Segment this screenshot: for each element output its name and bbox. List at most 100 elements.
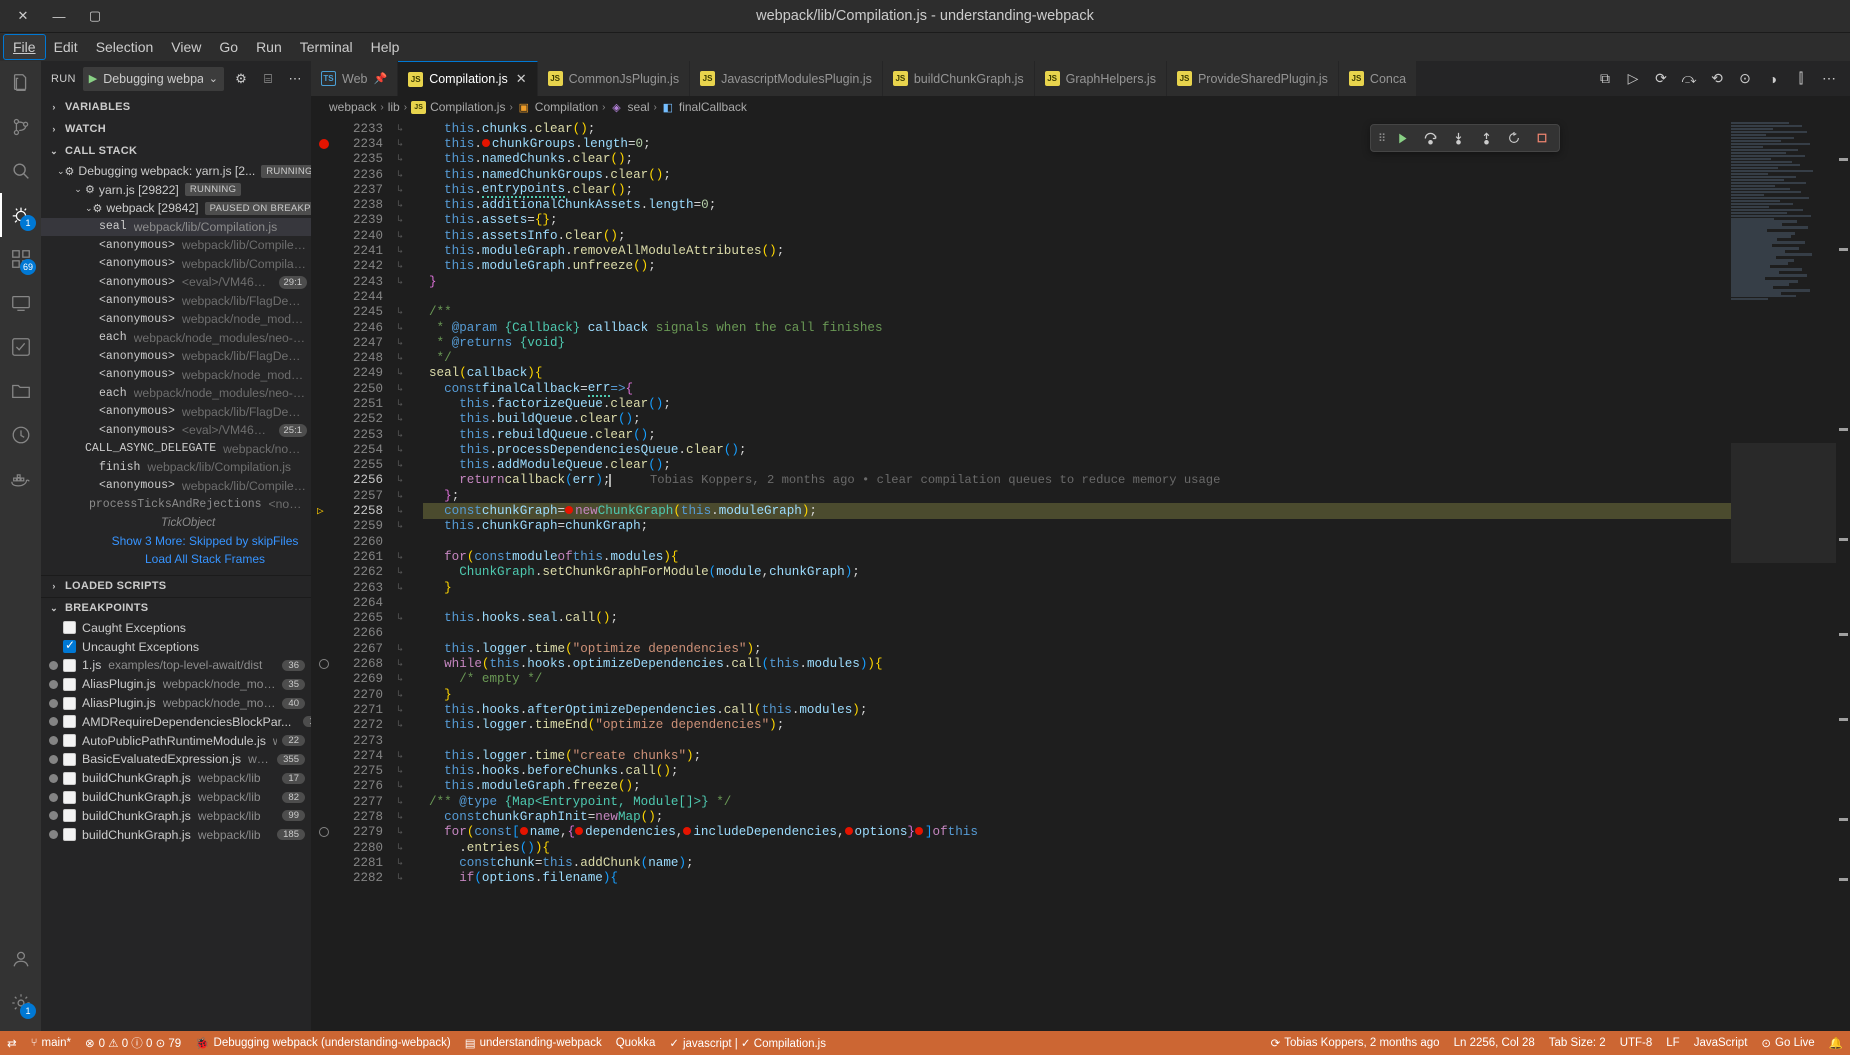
breadcrumb-finalcallback[interactable]: finalCallback — [679, 100, 747, 114]
code-line-2260[interactable] — [423, 534, 1731, 549]
disabled-breakpoint-icon[interactable] — [319, 659, 329, 669]
code-line-2241[interactable]: this.moduleGraph.removeAllModuleAttribut… — [423, 243, 1731, 258]
gutter-line[interactable]: 2274 — [311, 748, 393, 763]
close-window-button[interactable]: ✕ — [8, 4, 38, 29]
gutter-line[interactable]: 2260 — [311, 534, 393, 549]
code-line-2258-current[interactable]: const chunkGraph = new ChunkGraph(this.m… — [423, 503, 1731, 518]
call-stack-frame[interactable]: <anonymous> webpack/lib/Compiler.js — [41, 236, 311, 255]
step-over-icon[interactable]: ⤼ — [1676, 65, 1702, 93]
gutter-line[interactable]: 2240 — [311, 228, 393, 243]
tab-javascriptmodulesplugin-js[interactable]: JS JavascriptModulesPlugin.js — [690, 61, 883, 96]
call-stack-frame[interactable]: <anonymous> webpack/node_modules... — [41, 310, 311, 329]
gutter-line[interactable]: 2280 — [311, 840, 393, 855]
gutter-line[interactable]: 2276 — [311, 779, 393, 794]
call-stack-frame[interactable]: <anonymous> <eval>/VM46947703 25:1 — [41, 421, 311, 440]
fold-marker[interactable]: ↳ — [393, 350, 423, 365]
code-line-2277[interactable]: /** @type {Map<Entrypoint, Module[]>} */ — [423, 794, 1731, 809]
gutter-line[interactable]: 2270 — [311, 687, 393, 702]
gutter-line[interactable]: 2262 — [311, 565, 393, 580]
remote-indicator[interactable]: ⇄ — [0, 1031, 24, 1055]
branch-status[interactable]: ⑂ main* — [24, 1031, 78, 1055]
code-line-2281[interactable]: const chunk = this.addChunk(name); — [423, 855, 1731, 870]
code-line-2271[interactable]: this.hooks.afterOptimizeDependencies.cal… — [423, 702, 1731, 717]
code-line-2249[interactable]: seal(callback) { — [423, 366, 1731, 381]
breakpoint-item[interactable]: AMDRequireDependenciesBlockPar... 192 — [41, 712, 311, 731]
gutter-line[interactable]: 2248 — [311, 350, 393, 365]
fold-marker[interactable]: ↳ — [393, 825, 423, 840]
section-loaded-scripts[interactable]: › LOADED SCRIPTS — [41, 575, 311, 597]
menu-run[interactable]: Run — [247, 35, 291, 59]
code-lines[interactable]: this.chunks.clear(); this.chunkGroups.le… — [423, 118, 1731, 1031]
code-line-2282[interactable]: if (options.filename) { — [423, 871, 1731, 886]
continue-button[interactable] — [1389, 126, 1415, 150]
code-line-2259[interactable]: this.chunkGraph = chunkGraph; — [423, 519, 1731, 534]
encoding-status[interactable]: UTF-8 — [1613, 1031, 1660, 1055]
load-all-stack-frames-link[interactable]: Load All Stack Frames — [41, 550, 311, 568]
code-line-2273[interactable] — [423, 733, 1731, 748]
inline-breakpoint-icon[interactable] — [565, 506, 573, 514]
code-line-2261[interactable]: for (const module of this.modules) { — [423, 549, 1731, 564]
fold-marker[interactable]: ↳ — [393, 213, 423, 228]
menu-edit[interactable]: Edit — [45, 35, 87, 59]
fold-marker[interactable]: ↳ — [393, 381, 423, 396]
folder-icon[interactable] — [0, 369, 41, 413]
fold-marker[interactable]: ↳ — [393, 458, 423, 473]
maximize-window-button[interactable]: ▢ — [80, 4, 110, 29]
gutter-line[interactable]: 2247 — [311, 335, 393, 350]
chevron-down-icon[interactable]: ⌄ — [209, 72, 218, 85]
code-line-2247[interactable]: * @returns {void} — [423, 335, 1731, 350]
chevron-down-icon[interactable]: ⌄ — [85, 203, 93, 214]
close-tab-icon[interactable]: ✕ — [516, 71, 527, 87]
cursor-position-status[interactable]: Ln 2256, Col 28 — [1447, 1031, 1542, 1055]
gutter-line[interactable]: 2257 — [311, 488, 393, 503]
breadcrumb-webpack[interactable]: webpack — [329, 100, 376, 114]
fold-marker[interactable]: ↳ — [393, 320, 423, 335]
breadcrumb-seal-method[interactable]: seal — [628, 100, 650, 114]
gutter-line[interactable]: 2265 — [311, 611, 393, 626]
code-line-2276[interactable]: this.moduleGraph.freeze(); — [423, 779, 1731, 794]
gutter-line[interactable]: 2249 — [311, 366, 393, 381]
drag-handle-icon[interactable]: ⠿ — [1375, 132, 1387, 145]
breakpoint-checkbox[interactable] — [63, 828, 76, 841]
call-stack-tree[interactable]: ⌄ ⚙ Debugging webpack: yarn.js [2... RUN… — [41, 162, 311, 575]
fold-marker[interactable]: ↳ — [393, 488, 423, 503]
section-call-stack[interactable]: ⌄ CALL STACK — [41, 140, 311, 162]
call-stack-frame[interactable]: seal webpack/lib/Compilation.js — [41, 218, 311, 237]
fold-marker[interactable]: ↳ — [393, 672, 423, 687]
call-stack-frame[interactable]: processTicksAndRejections <node_in... — [41, 495, 311, 514]
fold-marker[interactable]: ↳ — [393, 702, 423, 717]
breadcrumb-compilation-class[interactable]: Compilation — [535, 100, 598, 114]
inline-breakpoint-icon[interactable] — [915, 827, 923, 835]
breakpoint-checkbox[interactable] — [63, 809, 76, 822]
code-line-2256[interactable]: return callback(err);Tobias Koppers, 2 m… — [423, 473, 1731, 488]
golive-status[interactable]: ⊙ Go Live — [1754, 1031, 1821, 1055]
step-over-button[interactable] — [1417, 126, 1443, 150]
breakpoint-item[interactable]: AutoPublicPathRuntimeModule.js we... 22 — [41, 731, 311, 750]
gutter-line[interactable]: 2253 — [311, 427, 393, 442]
gutter-line[interactable]: 2273 — [311, 733, 393, 748]
call-stack-session[interactable]: ⌄ ⚙ webpack [29842] PAUSED ON BREAKPOINT — [41, 199, 311, 218]
code-line-2272[interactable]: this.logger.timeEnd("optimize dependenci… — [423, 718, 1731, 733]
gutter-line[interactable]: 2256 — [311, 473, 393, 488]
code-line-2280[interactable]: .entries()) { — [423, 840, 1731, 855]
fold-marker[interactable] — [393, 534, 423, 549]
step-into-button[interactable] — [1445, 126, 1471, 150]
code-line-2243[interactable]: } — [423, 274, 1731, 289]
gutter-line[interactable]: 2261 — [311, 549, 393, 564]
gutter-line[interactable]: 2278 — [311, 809, 393, 824]
code-line-2262[interactable]: ChunkGraph.setChunkGraphForModule(module… — [423, 565, 1731, 580]
code-line-2278[interactable]: const chunkGraphInit = new Map(); — [423, 809, 1731, 824]
show-more-frames-link[interactable]: Show 3 More: Skipped by skipFiles — [41, 532, 311, 550]
quokka-status[interactable]: Quokka — [609, 1031, 663, 1055]
code-line-2245[interactable]: /** — [423, 305, 1731, 320]
git-blame-status[interactable]: ⟳ Tobias Koppers, 2 months ago — [1264, 1031, 1447, 1055]
fold-marker[interactable]: ↳ — [393, 794, 423, 809]
breakpoint-item[interactable]: buildChunkGraph.js webpack/lib 185 — [41, 825, 311, 844]
gutter-line[interactable]: 2281 — [311, 855, 393, 870]
gutter-line[interactable]: 2245 — [311, 305, 393, 320]
fold-marker[interactable]: ↳ — [393, 549, 423, 564]
remote-explorer-icon[interactable] — [0, 281, 41, 325]
breadcrumb-compilation-js[interactable]: Compilation.js — [430, 100, 505, 114]
call-stack-frame[interactable]: finish webpack/lib/Compilation.js — [41, 458, 311, 477]
call-stack-frame[interactable]: each webpack/node_modules/neo-as... — [41, 329, 311, 348]
